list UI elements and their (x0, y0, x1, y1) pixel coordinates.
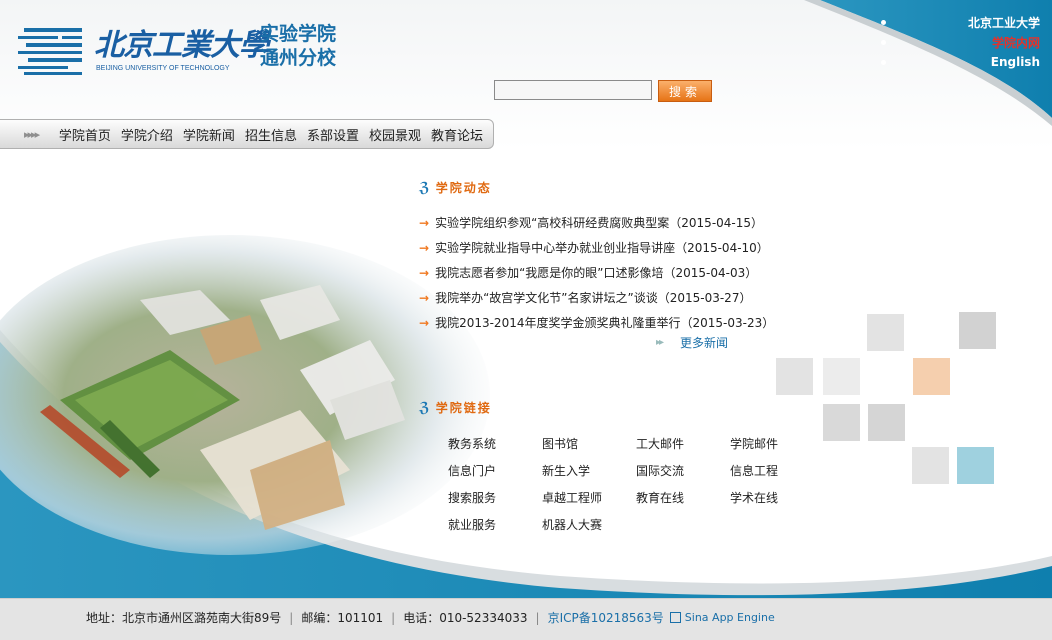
links-section-title: ℨ 学院链接 (419, 399, 799, 416)
decor-square (959, 312, 996, 349)
news-list: → 实验学院组织参观“高校科研经费腐败典型案（2015-04-15） → 实验学院就… (419, 210, 779, 335)
more-news-link[interactable]: ▸▸ 更多新闻 (656, 334, 728, 351)
footer-separator: | (289, 610, 294, 625)
link-item[interactable]: 信息门户 (448, 462, 542, 480)
top-links: 北京工业大学 学院内网 English (875, 12, 1040, 72)
footer-address: 地址：北京市通州区潞苑南大街89号 (86, 611, 282, 625)
college-name: 实验学院 通州分校 (260, 22, 336, 70)
link-item[interactable]: 学术在线 (730, 489, 824, 507)
news-item-text: 我院2013-2014年度奖学金颁奖典礼隆重举行（2015-03-23） (435, 316, 775, 330)
main-nav: ▸▸▸▸ 学院首页 学院介绍 学院新闻 招生信息 系部设置 校园景观 教育论坛 (0, 119, 494, 149)
search-input[interactable] (494, 80, 652, 100)
search-button[interactable]: 搜索 (658, 80, 712, 102)
link-item[interactable]: 新生入学 (542, 462, 636, 480)
bullet-icon (881, 19, 886, 25)
footer-phone: 电话：010-52334033 (403, 611, 528, 625)
news-section: ℨ 学院动态 → 实验学院组织参观“高校科研经费腐败典型案（2015-04-15）… (419, 179, 779, 335)
decor-square (912, 447, 949, 484)
list-item[interactable]: → 我院举办“故宫学文化节”名家讲坛之”谈谈（2015-03-27） (419, 285, 779, 310)
footer-separator: | (391, 610, 396, 625)
search-bar: 搜索 (494, 80, 712, 102)
bullet-icon (881, 39, 886, 45)
footer-info: 地址：北京市通州区潞苑南大街89号 | 邮编：101101 | 电话：010-5… (86, 609, 775, 626)
link-item[interactable]: 教务系统 (448, 435, 542, 453)
links-section: ℨ 学院链接 教务系统 图书馆 工大邮件 学院邮件 信息门户 新生入学 国际交流… (419, 399, 799, 534)
top-link-label: 学院内网 (991, 35, 1040, 50)
news-item-text: 我院志愿者参加“我愿是你的眼”口述影像培（2015-04-03） (435, 266, 758, 280)
top-link-bjut[interactable]: 北京工业大学 (875, 12, 1040, 32)
link-item[interactable]: 国际交流 (636, 462, 730, 480)
links-grid: 教务系统 图书馆 工大邮件 学院邮件 信息门户 新生入学 国际交流 信息工程 搜… (448, 435, 799, 534)
link-item[interactable]: 教育在线 (636, 489, 730, 507)
nav-item-admissions[interactable]: 招生信息 (245, 125, 297, 144)
more-news-label: 更多新闻 (680, 336, 729, 350)
nav-arrows-icon: ▸▸▸▸ (24, 127, 40, 141)
decor-square (823, 358, 860, 395)
arrow-right-icon: → (419, 215, 430, 230)
nav-item-about[interactable]: 学院介绍 (121, 125, 173, 144)
top-link-english[interactable]: English (875, 52, 1040, 72)
list-item[interactable]: → 我院2013-2014年度奖学金颁奖典礼隆重举行（2015-03-23） (419, 310, 779, 335)
sae-logo-icon (669, 612, 681, 623)
footer: 地址：北京市通州区潞苑南大街89号 | 邮编：101101 | 电话：010-5… (0, 598, 1052, 640)
footer-icp-link[interactable]: 京ICP备10218563号 (548, 609, 664, 626)
top-link-intranet[interactable]: 学院内网 (875, 32, 1040, 52)
news-item-text: 实验学院组织参观“高校科研经费腐败典型案（2015-04-15） (435, 216, 764, 230)
link-item[interactable]: 工大邮件 (636, 435, 730, 453)
decor-square (867, 314, 904, 351)
list-item[interactable]: → 我院志愿者参加“我愿是你的眼”口述影像培（2015-04-03） (419, 260, 779, 285)
site-logo[interactable]: 北京工業大學 BEIJING UNIVERSITY OF TECHNOLOGY … (18, 20, 363, 80)
nav-item-news[interactable]: 学院新闻 (183, 125, 235, 144)
list-item[interactable]: → 实验学院就业指导中心举办就业创业指导讲座（2015-04-10） (419, 235, 779, 260)
university-name-english: BEIJING UNIVERSITY OF TECHNOLOGY (96, 65, 230, 72)
decor-square (913, 358, 950, 395)
decor-square (776, 358, 813, 395)
list-item[interactable]: → 实验学院组织参观“高校科研经费腐败典型案（2015-04-15） (419, 210, 779, 235)
link-item[interactable]: 学院邮件 (730, 435, 824, 453)
top-link-label: 北京工业大学 (967, 15, 1040, 30)
nav-item-campus[interactable]: 校园景观 (369, 125, 421, 144)
decor-square (868, 404, 905, 441)
decor-square (823, 404, 860, 441)
link-item[interactable]: 搜索服务 (448, 489, 542, 507)
link-item[interactable]: 信息工程 (730, 462, 824, 480)
news-title-text: 学院动态 (435, 181, 492, 195)
footer-sae-label: Sina App Engine (684, 611, 775, 624)
arrow-right-icon: → (419, 315, 430, 330)
link-item[interactable]: 图书馆 (542, 435, 636, 453)
decor-square (957, 447, 994, 484)
college-name-line2: 通州分校 (260, 47, 337, 69)
footer-separator: | (535, 610, 540, 625)
link-item[interactable]: 就业服务 (448, 516, 542, 534)
university-name: 北京工業大學 (94, 28, 269, 63)
college-name-line1: 实验学院 (260, 23, 337, 45)
footer-sae-link[interactable]: Sina App Engine (669, 611, 775, 624)
section-logo-icon: ℨ (419, 399, 432, 416)
footer-postcode: 邮编：101101 (301, 611, 384, 625)
double-arrow-icon: ▸▸ (656, 337, 664, 348)
top-link-label: English (990, 55, 1040, 69)
bullet-icon (881, 59, 886, 65)
arrow-right-icon: → (419, 265, 430, 280)
arrow-right-icon: → (419, 240, 430, 255)
news-item-text: 我院举办“故宫学文化节”名家讲坛之”谈谈（2015-03-27） (435, 291, 752, 305)
nav-item-home[interactable]: 学院首页 (59, 125, 111, 144)
link-item[interactable]: 卓越工程师 (542, 489, 636, 507)
nav-item-departments[interactable]: 系部设置 (307, 125, 359, 144)
university-emblem-icon (18, 28, 82, 75)
arrow-right-icon: → (419, 290, 430, 305)
news-item-text: 实验学院就业指导中心举办就业创业指导讲座（2015-04-10） (435, 241, 769, 255)
nav-item-forum[interactable]: 教育论坛 (431, 125, 483, 144)
news-section-title: ℨ 学院动态 (419, 179, 779, 196)
link-item[interactable]: 机器人大赛 (542, 516, 636, 534)
links-title-text: 学院链接 (435, 401, 492, 415)
section-logo-icon: ℨ (419, 179, 432, 196)
